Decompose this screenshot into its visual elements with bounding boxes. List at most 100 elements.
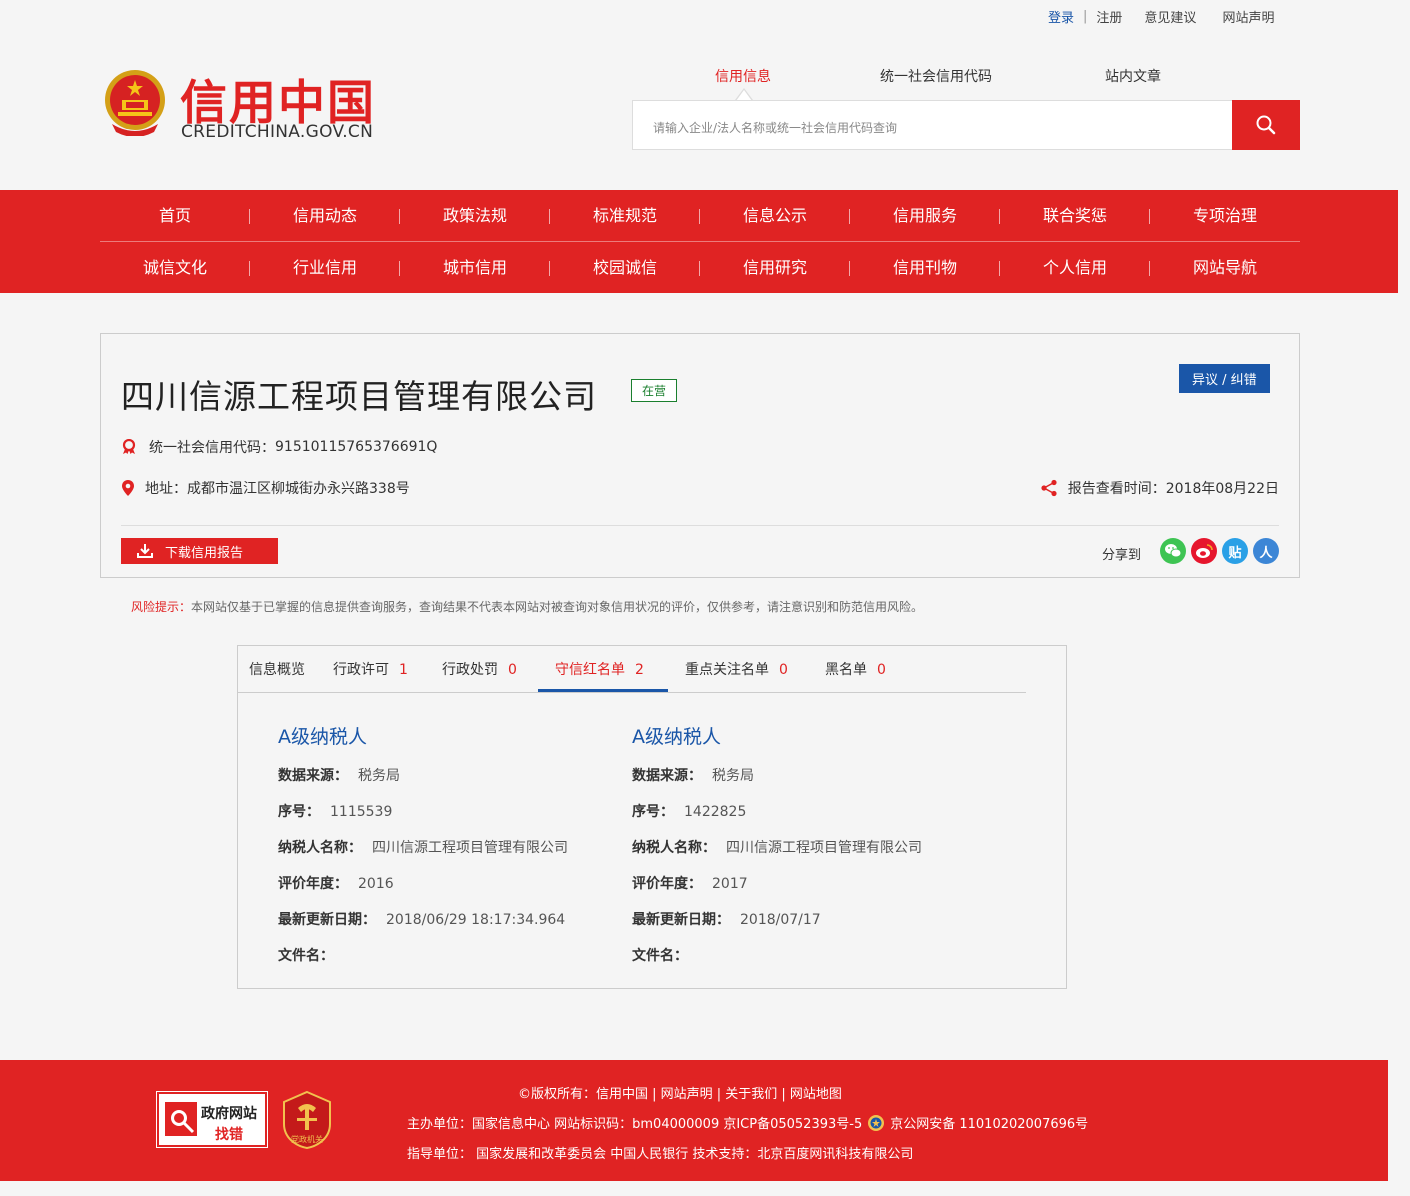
feedback-link[interactable]: 意见建议 [1144,7,1196,26]
record-field-updated: 最新更新日期： 2018/07/17 [632,909,972,945]
field-value: 2018/06/29 18:17:34.964 [386,912,566,928]
field-value: 四川信源工程项目管理有限公司 [372,840,568,856]
footer-host-text: 主办单位：国家信息中心 网站标识码：bm04000009 京ICP备050523… [407,1117,863,1132]
share-label: 分享到 [1101,547,1141,563]
nav-row-2: 诚信文化 行业信用 城市信用 校园诚信 信用研究 信用刊物 个人信用 网站导航 [100,242,1300,292]
tieba-share-icon[interactable]: 贴 [1222,538,1248,564]
nav-item[interactable]: 标准规范 [550,190,700,240]
separator: | [1083,9,1088,24]
tab-overview[interactable]: 信息概览 [249,659,305,679]
register-link[interactable]: 注册 [1096,7,1122,26]
wechat-icon [1165,544,1182,558]
nav-item[interactable]: 信用研究 [700,242,850,292]
gov-site-error-badge[interactable]: 政府网站 找错 [156,1091,268,1148]
search-button[interactable] [1232,100,1300,150]
download-report-button[interactable]: 下载信用报告 [121,538,278,564]
tab-red-list[interactable]: 守信红名单 2 [555,659,644,679]
nav-item[interactable]: 诚信文化 [100,242,250,292]
nav-item[interactable]: 信用刊物 [850,242,1000,292]
footer-police-record[interactable]: 京公网安备 11010202007696号 [890,1113,1088,1132]
search-tab-credit-code[interactable]: 统一社会信用代码 [880,66,992,86]
field-label: 纳税人名称： [632,840,716,856]
search-input[interactable]: 请输入企业/法人名称或统一社会信用代码查询 [632,100,1232,150]
field-label: 纳税人名称： [278,840,362,856]
tab-focus-list[interactable]: 重点关注名单 0 [685,659,788,679]
record-field-year: 评价年度： 2017 [632,873,972,909]
nav-item[interactable]: 网站导航 [1150,242,1300,292]
nav-item[interactable]: 联合奖惩 [1000,190,1150,240]
field-value: 2018/07/17 [740,912,821,928]
field-label: 文件名： [632,948,688,964]
nav-item[interactable]: 城市信用 [400,242,550,292]
search-tab-articles[interactable]: 站内文章 [1105,66,1161,86]
tab-label: 重点关注名单 [685,662,769,678]
field-label: 最新更新日期： [632,912,730,928]
field-value: 税务局 [712,768,754,784]
record-field-updated: 最新更新日期： 2018/06/29 18:17:34.964 [278,909,618,945]
nav-item[interactable]: 专项治理 [1150,190,1300,240]
field-label: 数据来源： [278,768,348,784]
police-badge-icon [868,1114,885,1131]
tab-admin-penalty[interactable]: 行政处罚 0 [442,659,517,679]
credit-code-value: 91510115765376691Q [275,439,438,455]
location-pin-icon [122,480,134,496]
field-label: 评价年度： [632,876,702,892]
gov-badge-line2: 找错 [215,1127,243,1143]
wechat-share-icon[interactable] [1160,538,1186,564]
top-links: 登录 | 注册 意见建议 网站声明 [1048,7,1274,26]
field-label: 最新更新日期： [278,912,376,928]
dispute-button[interactable]: 异议 / 纠错 [1179,364,1270,393]
address-label: 地址： [145,481,187,497]
record-field-seq: 序号： 1115539 [278,801,618,837]
nav-item[interactable]: 信息公示 [700,190,850,240]
search-tab-credit-info[interactable]: 信用信息 [715,66,771,86]
record-field-year: 评价年度： 2016 [278,873,618,909]
login-link[interactable]: 登录 [1048,7,1074,26]
field-label: 评价年度： [278,876,348,892]
download-report-label: 下载信用报告 [165,545,244,561]
main-nav: 首页 信用动态 政策法规 标准规范 信息公示 信用服务 联合奖惩 专项治理 诚信… [0,190,1398,293]
party-agency-badge-icon[interactable]: 党政机关 [280,1090,334,1150]
record-field-taxpayer: 纳税人名称： 四川信源工程项目管理有限公司 [632,837,972,873]
report-time-value: 2018年08月22日 [1165,481,1279,497]
company-name: 四川信源工程项目管理有限公司 [121,377,597,416]
tab-label: 信息概览 [249,662,305,678]
nav-item[interactable]: 政策法规 [400,190,550,240]
risk-text: 本网站仅基于已掌握的信息提供查询服务，查询结果不代表本网站对被查询对象信用状况的… [191,600,924,614]
record-field-seq: 序号： 1422825 [632,801,972,837]
nav-row-1: 首页 信用动态 政策法规 标准规范 信息公示 信用服务 联合奖惩 专项治理 [100,190,1300,240]
site-logo-en: CREDITCHINA.GOV.CN [181,122,374,142]
tab-black-list[interactable]: 黑名单 0 [825,659,886,679]
nav-item[interactable]: 行业信用 [250,242,400,292]
share-bar: 分享到 贴 人 [1102,538,1279,564]
footer-host-info: 主办单位：国家信息中心 网站标识码：bm04000009 京ICP备050523… [407,1113,1088,1132]
nav-item[interactable]: 校园诚信 [550,242,700,292]
nav-item[interactable]: 个人信用 [1000,242,1150,292]
tab-bar: 信息概览 行政许可 1 行政处罚 0 守信红名单 2 重点关注名单 0 黑名单 0 [238,646,1026,693]
nav-item[interactable]: 首页 [100,190,250,240]
record-field-file: 文件名： [632,945,972,981]
tab-label: 行政处罚 [442,662,498,678]
share-nodes-icon [1041,479,1057,497]
field-value: 1115539 [330,804,393,820]
card-divider [121,525,1279,526]
record-field-source: 数据来源： 税务局 [278,765,618,801]
tab-admin-license[interactable]: 行政许可 1 [333,659,408,679]
footer-copyright-links[interactable]: ©版权所有：信用中国 | 网站声明 | 关于我们 | 网站地图 [518,1083,842,1102]
nav-item[interactable]: 信用动态 [250,190,400,240]
tab-count: 2 [635,662,644,678]
search-icon [1256,115,1276,135]
party-badge-text: 党政机关 [291,1134,323,1144]
field-value: 2017 [712,876,748,892]
address-line: 地址： 成都市温江区柳城街办永兴路338号 [121,478,410,498]
footer-guidance-info: 指导单位： 国家发展和改革委员会 中国人民银行 技术支持：北京百度网讯科技有限公… [407,1147,914,1162]
weibo-share-icon[interactable] [1191,538,1217,564]
search-tab-pointer [735,88,753,101]
field-value: 2016 [358,876,394,892]
tab-count: 0 [877,662,886,678]
statement-link[interactable]: 网站声明 [1222,7,1274,26]
field-label: 数据来源： [632,768,702,784]
tab-count: 0 [779,662,788,678]
nav-item[interactable]: 信用服务 [850,190,1000,240]
renren-share-icon[interactable]: 人 [1253,538,1279,564]
